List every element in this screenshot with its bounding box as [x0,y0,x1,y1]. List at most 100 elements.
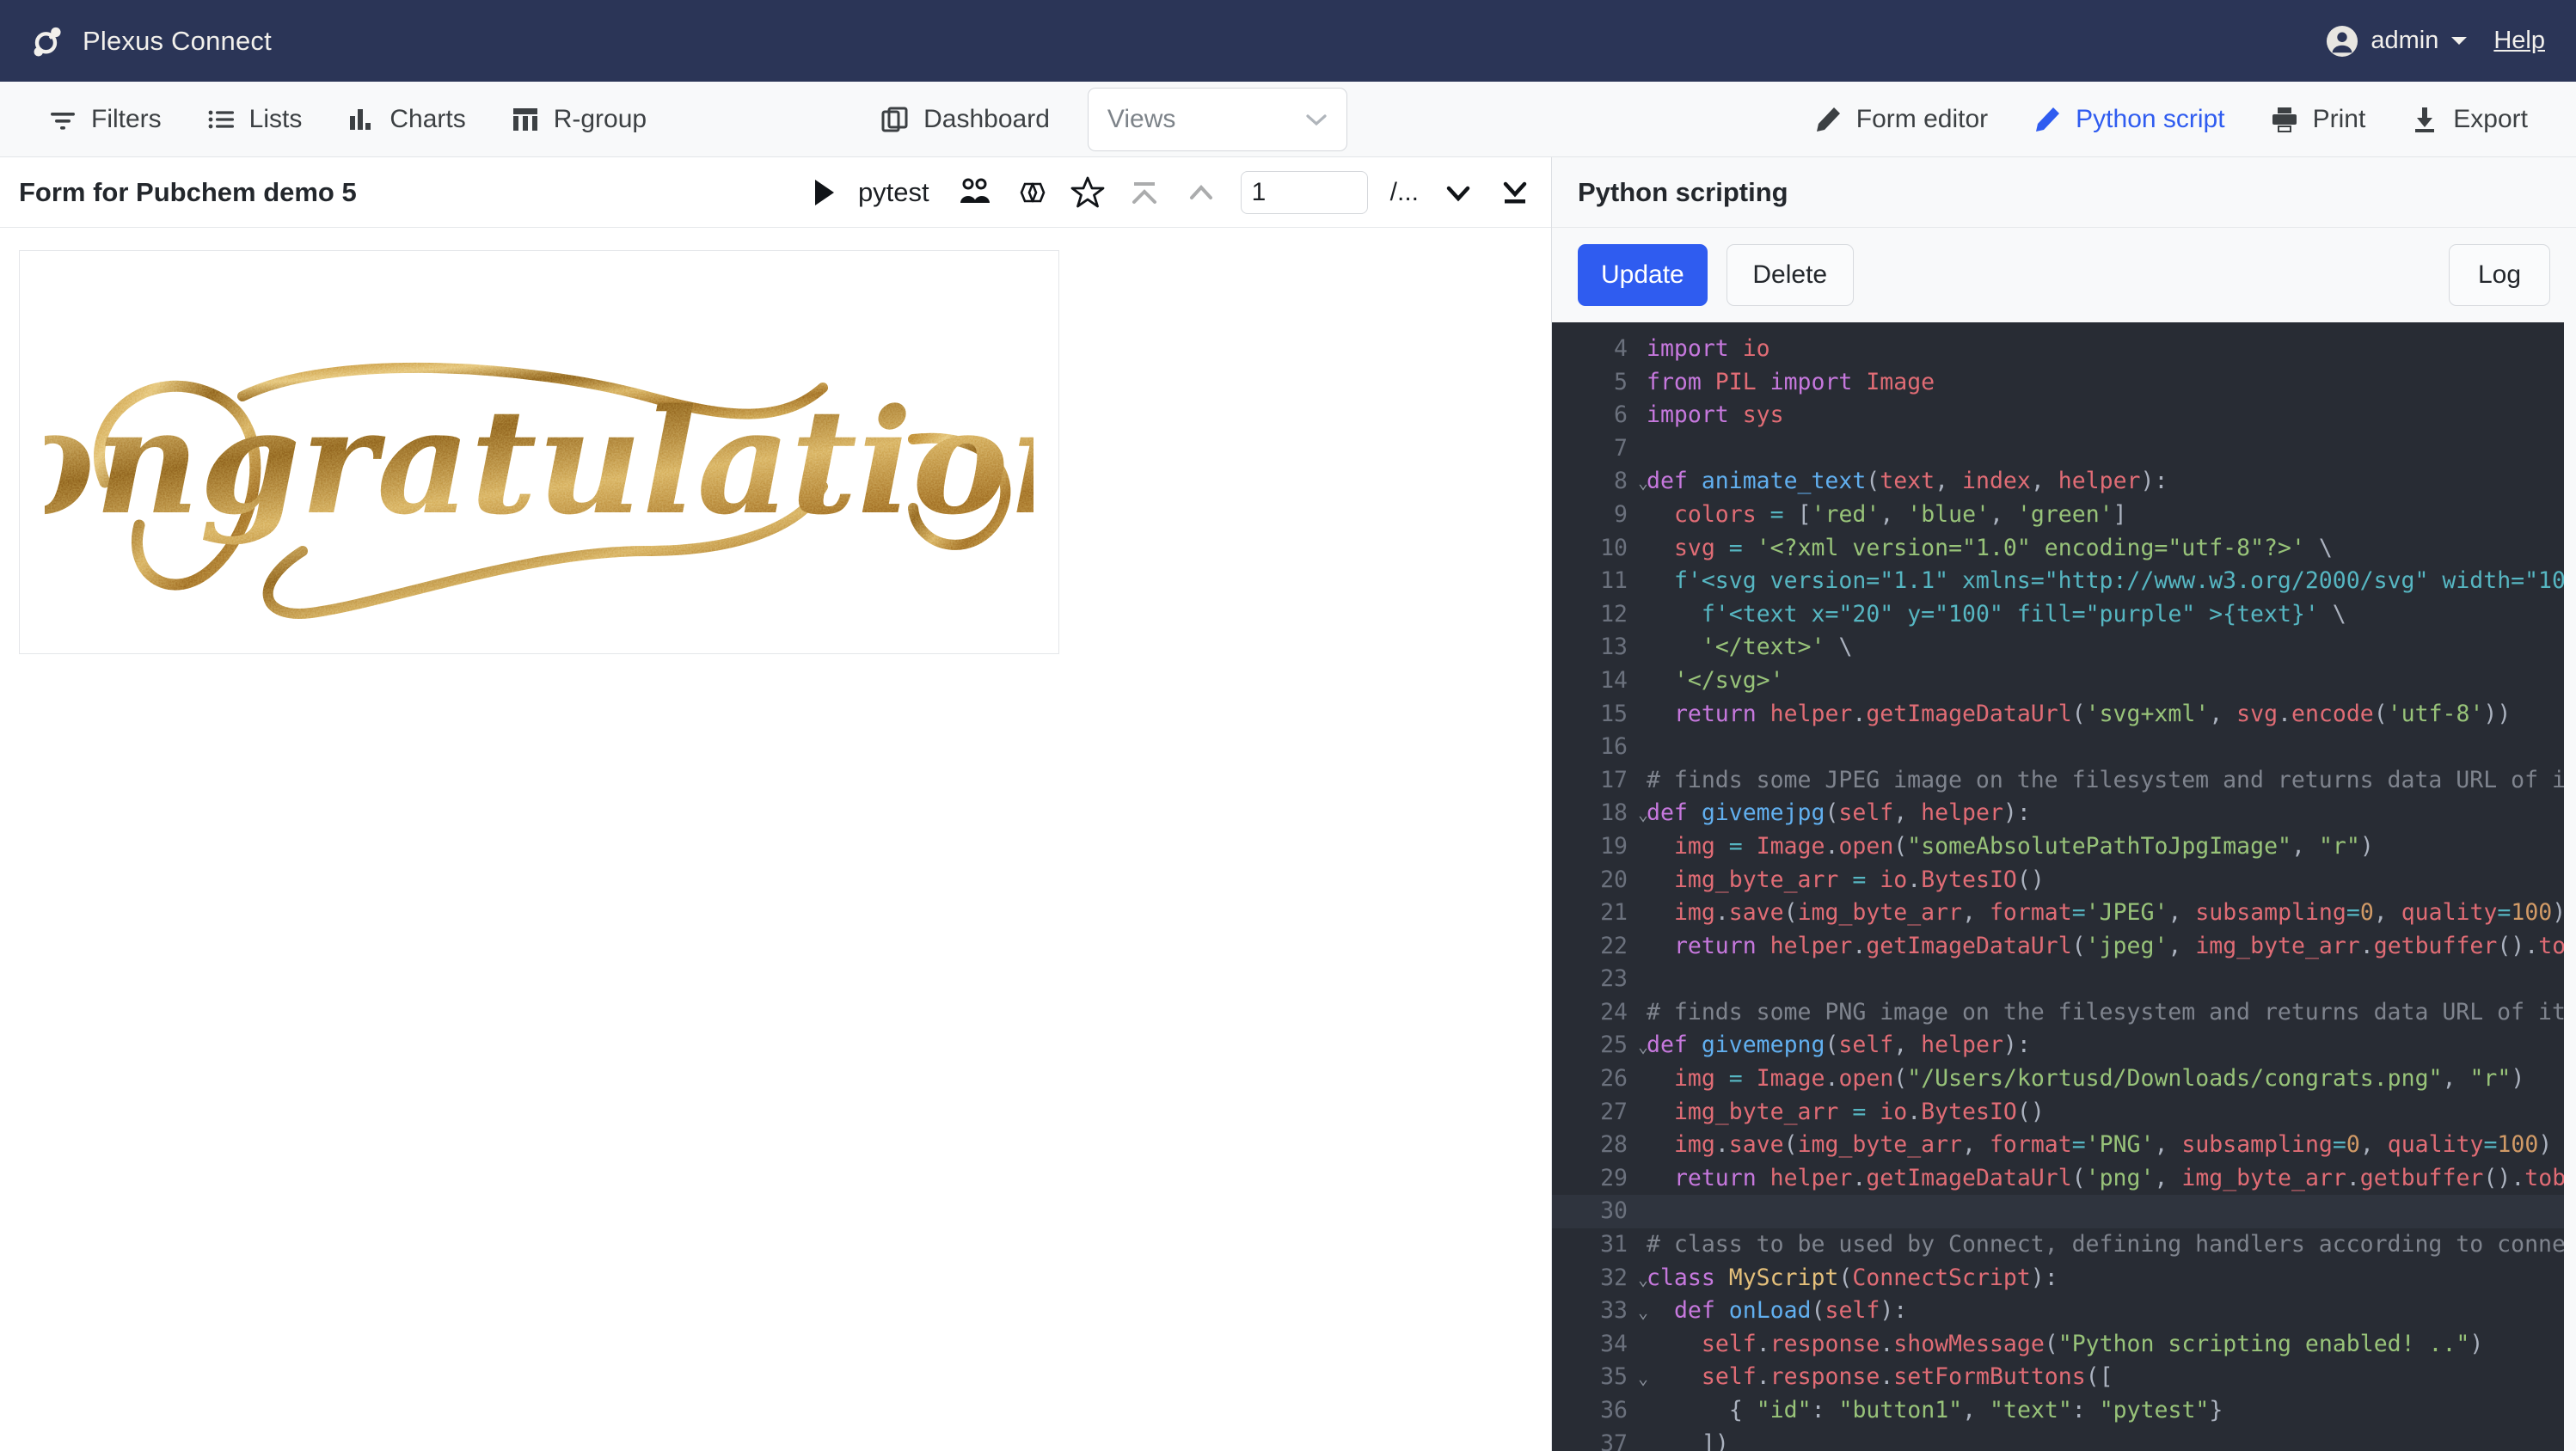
editor-line-number: 10 [1600,534,1628,561]
editor-line-number: 36 [1600,1397,1628,1423]
editor-line-number: 37 [1600,1430,1628,1451]
editor-code-line[interactable]: img.save(img_byte_arr, format='JPEG', su… [1635,897,2564,930]
editor-line-number: 23 [1600,965,1628,993]
main-toolbar: Filters Lists Charts R-group Dashboard V… [0,82,2576,157]
list-icon [208,110,234,128]
editor-code-line[interactable]: return helper.getImageDataUrl('svg+xml',… [1635,698,2564,732]
toolbar-item-label: Print [2312,104,2366,133]
editor-line-numbers: 4 5 6 7 8 ⌄ 9 10 11 12 13 14 15 16 17 18 ⌄ 19 20 21 22 23 24 25… [1552,322,1648,1451]
editor-code-line[interactable]: def onLoad(self): [1635,1295,2564,1328]
chevron-up-icon[interactable] [1184,175,1218,210]
brand[interactable]: Plexus Connect [31,23,272,59]
editor-code-line[interactable]: return helper.getImageDataUrl('jpeg', im… [1635,930,2564,964]
editor-code-line[interactable] [1635,1195,2564,1229]
form-pane: Form for Pubchem demo 5 pytest 1 /... ng… [0,157,1552,1451]
page-number-input[interactable] [1240,170,1368,214]
fold-chevron-icon[interactable]: ⌄ [1638,1263,1648,1296]
editor-code-line[interactable]: img.save(img_byte_arr, format='PNG', sub… [1635,1129,2564,1162]
editor-code-line[interactable]: img = Image.open("/Users/kortusd/Downloa… [1635,1062,2564,1096]
toolbar-item-label: Dashboard [923,104,1050,133]
editor-line-number: 5 [1614,368,1628,395]
editor-code-line[interactable] [1635,432,2564,466]
editor-code-line[interactable]: colors = ['red', 'blue', 'green'] [1635,499,2564,532]
delete-button[interactable]: Delete [1726,244,1854,306]
editor-line-number: 28 [1600,1131,1628,1159]
editor-line-number: 29 [1600,1164,1628,1191]
editor-code-line[interactable]: '</text>' \ [1635,631,2564,664]
pencil-icon [2036,107,2060,132]
toolbar-item-form-editor[interactable]: Form editor [1791,92,2010,147]
toolbar-item-dashboard[interactable]: Dashboard [858,92,1072,147]
form-toolbar: Form for Pubchem demo 5 pytest 1 /... [0,157,1551,228]
toolbar-right-group: Form editor Python script Print Export [1791,92,2550,147]
pytest-run-button[interactable]: pytest [858,177,929,208]
help-link[interactable]: Help [2493,27,2545,55]
editor-line-number: 18 ⌄ [1552,797,1648,830]
editor-line-number: 21 [1600,899,1628,927]
editor-line-number: 24 [1600,998,1628,1025]
update-button[interactable]: Update [1578,244,1708,306]
toolbar-item-label: Charts [389,104,466,133]
editor-code-line[interactable]: # finds some JPEG image on the filesyste… [1635,764,2564,798]
python-scripting-pane: Python scripting Update Delete Log 4 5 6 7 8… [1552,157,2576,1451]
editor-code-line[interactable]: img_byte_arr = io.BytesIO() [1635,864,2564,897]
editor-line-number: 30 [1552,1195,1635,1229]
editor-code-line[interactable] [1635,731,2564,764]
editor-code-line[interactable]: '</svg>' [1635,664,2564,698]
editor-code-line[interactable]: class MyScript(ConnectScript): [1635,1262,2564,1295]
editor-code-line[interactable]: self.response.setFormButtons([ [1635,1361,2564,1394]
jump-last-icon[interactable] [1498,175,1532,210]
editor-code-line[interactable]: self.response.showMessage("Python script… [1635,1328,2564,1362]
pencil-icon [1816,107,1840,132]
plexus-logo-icon [34,27,61,56]
editor-code-line[interactable]: def animate_text(text, index, helper): [1635,465,2564,499]
editor-code-line[interactable]: svg = '<?xml version="1.0" encoding="utf… [1635,532,2564,566]
python-panel-header: Python scripting [1552,157,2576,228]
editor-code-line[interactable]: { "id": "button1", "text": "pytest"} [1635,1394,2564,1428]
fold-chevron-icon[interactable]: ⌄ [1638,1362,1648,1395]
dashboard-copy-icon [881,107,908,132]
editor-line-number: 34 [1600,1330,1628,1357]
editor-code-line[interactable]: import sys [1635,399,2564,432]
star-outline-icon[interactable] [1070,175,1105,210]
editor-code-line[interactable]: f'<text x="20" y="100" fill="purple" >{t… [1635,598,2564,632]
editor-code-line[interactable]: import io [1635,333,2564,366]
user-name: admin [2371,27,2439,54]
editor-code-line[interactable]: # finds some PNG image on the filesystem… [1635,996,2564,1030]
chevron-down-icon [1306,113,1327,126]
python-code-editor[interactable]: 4 5 6 7 8 ⌄ 9 10 11 12 13 14 15 16 17 18 ⌄ 19 20 21 22 23 24 25… [1552,322,2564,1451]
fold-chevron-icon[interactable]: ⌄ [1638,1295,1648,1329]
editor-code-line[interactable]: def givemepng(self, helper): [1635,1029,2564,1062]
toolbar-item-lists[interactable]: Lists [184,92,325,147]
chevron-down-icon[interactable] [1441,175,1475,210]
toolbar-item-charts[interactable]: Charts [324,92,488,147]
editor-code-line[interactable]: def givemejpg(self, helper): [1635,797,2564,830]
fold-chevron-icon[interactable]: ⌄ [1638,1030,1648,1063]
toolbar-item-print[interactable]: Print [2248,92,2389,147]
jump-first-icon[interactable] [1127,175,1162,210]
editor-line-number: 8 ⌄ [1552,465,1648,499]
editor-code-line[interactable]: return helper.getImageDataUrl('png', img… [1635,1162,2564,1196]
play-triangle-icon[interactable] [813,179,836,206]
toolbar-item-filters[interactable]: Filters [26,92,184,147]
toolbar-item-r-group[interactable]: R-group [488,92,669,147]
toolbar-item-export[interactable]: Export [2388,92,2550,147]
user-menu[interactable]: admin [2326,25,2468,58]
editor-code-line[interactable]: f'<svg version="1.1" xmlns="http://www.w… [1635,565,2564,598]
molecule-hexagon-icon[interactable] [1014,175,1048,210]
editor-code-line[interactable]: # class to be used by Connect, defining … [1635,1228,2564,1262]
editor-code-line[interactable]: img = Image.open("someAbsolutePathToJpgI… [1635,830,2564,864]
editor-code-line[interactable] [1635,963,2564,996]
log-button[interactable]: Log [2449,244,2550,306]
fold-chevron-icon[interactable]: ⌄ [1638,798,1648,831]
editor-code-line[interactable]: from PIL import Image [1635,366,2564,400]
congratulations-word: Congratulations [45,377,1033,547]
views-select[interactable]: Views [1087,87,1347,151]
editor-code-line[interactable]: ]) [1635,1428,2564,1451]
chevron-down-icon [2451,37,2468,45]
fold-chevron-icon[interactable]: ⌄ [1638,466,1648,499]
toolbar-item-python-script[interactable]: Python script [2010,92,2247,147]
editor-code-line[interactable]: img_byte_arr = io.BytesIO() [1635,1096,2564,1130]
editor-code-area[interactable]: import io from PIL import Image import sys… [1635,322,2564,1451]
people-group-icon[interactable] [957,175,991,210]
